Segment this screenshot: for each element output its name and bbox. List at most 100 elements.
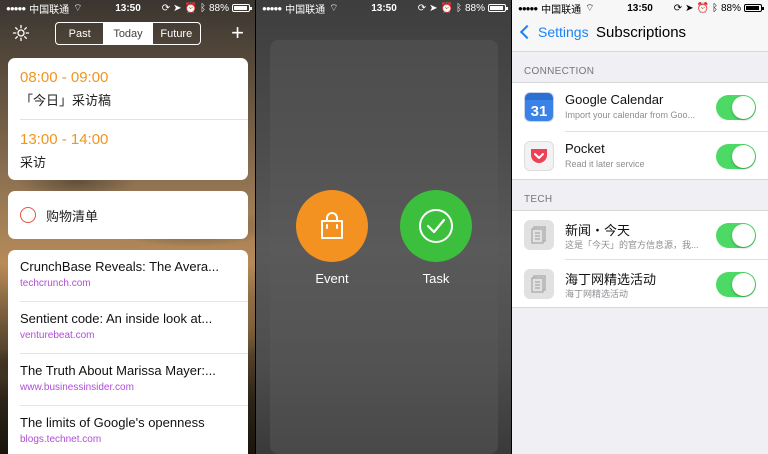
todo-checkbox[interactable] bbox=[20, 207, 36, 223]
row-name: 海丁网精选活动 bbox=[565, 272, 657, 287]
check-circle-icon bbox=[419, 209, 453, 243]
bluetooth-icon: ᛒ bbox=[711, 2, 718, 14]
row-subtitle: 海丁网精选活动 bbox=[565, 289, 629, 299]
news-domain: www.businessinsider.com bbox=[20, 382, 134, 393]
status-time: 13:50 bbox=[627, 2, 653, 14]
battery-percent: 88% bbox=[720, 2, 741, 14]
carrier-label: 中国联通 bbox=[541, 4, 582, 16]
section-header-tech: TECH bbox=[524, 194, 553, 205]
alarm-icon: ⏰ bbox=[696, 2, 709, 14]
battery-percent: 88% bbox=[464, 2, 485, 14]
alarm-icon: ⏰ bbox=[184, 2, 197, 14]
navigation-bar: Settings Subscriptions bbox=[512, 16, 768, 52]
news-domain: venturebeat.com bbox=[20, 330, 95, 341]
tech-group: 新闻・今天 这是「今天」的官方信息源，我... 海丁网精选活动 海丁网精选活动 bbox=[512, 210, 768, 308]
add-icon[interactable]: + bbox=[231, 22, 244, 44]
event-title: 「今日」采访稿 bbox=[20, 93, 112, 108]
wifi-icon: ⌔ bbox=[329, 2, 339, 14]
status-time: 13:50 bbox=[371, 2, 397, 14]
calendar-card: 08:00 - 09:00 「今日」采访稿 13:00 - 14:00 采访 bbox=[8, 58, 248, 180]
new-task-button[interactable]: Task bbox=[400, 190, 472, 286]
subscription-row-news-today[interactable]: 新闻・今天 这是「今天」的官方信息源，我... bbox=[512, 211, 768, 259]
back-label: Settings bbox=[538, 24, 589, 40]
subscriptions-screen: ●●●●● 中国联通 ⌔ 13:50 ⟳ ➤ ⏰ ᛒ 88% Settings … bbox=[512, 0, 768, 454]
toggle-switch[interactable] bbox=[716, 95, 756, 120]
status-bar: ●●●●● 中国联通 ⌔ 13:50 ⟳ ➤ ⏰ ᛒ 88% bbox=[512, 0, 768, 16]
bluetooth-icon: ᛒ bbox=[199, 2, 206, 14]
todo-label: 购物清单 bbox=[46, 208, 99, 224]
segment-future[interactable]: Future bbox=[153, 23, 200, 44]
carrier-label: 中国联通 bbox=[285, 4, 326, 16]
signal-icon: ●●●●● bbox=[518, 3, 538, 13]
news-headline: CrunchBase Reveals: The Avera... bbox=[20, 259, 219, 274]
signal-icon: ●●●●● bbox=[262, 3, 282, 13]
lock-rotation-icon: ⟳ bbox=[161, 2, 171, 14]
toggle-switch[interactable] bbox=[716, 272, 756, 297]
today-screen: ●●●●● 中国联通 ⌔ 13:50 ⟳ ➤ ⏰ ᛒ 88% Past Toda… bbox=[0, 0, 256, 454]
time-segment-control: Past Today Future bbox=[55, 22, 201, 45]
location-icon: ➤ bbox=[429, 2, 438, 14]
new-event-button[interactable]: Event bbox=[296, 190, 368, 286]
row-name: Pocket bbox=[565, 141, 605, 156]
location-icon: ➤ bbox=[685, 2, 694, 14]
segment-today[interactable]: Today bbox=[104, 23, 153, 44]
news-headline: Sentient code: An inside look at... bbox=[20, 311, 213, 326]
status-bar: ●●●●● 中国联通 ⌔ 13:50 ⟳ ➤ ⏰ ᛒ 88% bbox=[256, 0, 512, 16]
top-toolbar: Past Today Future + bbox=[0, 20, 256, 48]
row-subtitle: Read it later service bbox=[565, 159, 645, 169]
event-title: 采访 bbox=[20, 155, 47, 170]
section-header-connection: CONNECTION bbox=[524, 66, 595, 77]
lock-rotation-icon: ⟳ bbox=[673, 2, 683, 14]
news-domain: blogs.technet.com bbox=[20, 434, 102, 445]
subscription-row-pocket[interactable]: Pocket Read it later service bbox=[512, 132, 768, 180]
event-time: 08:00 - 09:00 bbox=[20, 69, 109, 86]
subscription-row-haiding[interactable]: 海丁网精选活动 海丁网精选活动 bbox=[512, 260, 768, 308]
document-icon bbox=[524, 220, 554, 250]
battery-percent: 88% bbox=[208, 2, 229, 14]
page-title: Subscriptions bbox=[596, 24, 687, 41]
todo-card[interactable]: 购物清单 bbox=[8, 191, 248, 239]
battery-icon bbox=[744, 4, 764, 12]
calendar-event[interactable]: 08:00 - 09:00 「今日」采访稿 bbox=[20, 69, 111, 109]
event-time: 13:00 - 14:00 bbox=[20, 131, 109, 148]
toggle-switch[interactable] bbox=[716, 223, 756, 248]
row-subtitle: 这是「今天」的官方信息源，我... bbox=[565, 240, 699, 250]
signal-icon: ●●●●● bbox=[6, 3, 26, 13]
news-item[interactable]: CrunchBase Reveals: The Avera... techcru… bbox=[20, 250, 238, 302]
chevron-left-icon bbox=[519, 24, 535, 40]
row-name: Google Calendar bbox=[565, 92, 664, 107]
subscription-row-google-calendar[interactable]: 31 Google Calendar Import your calendar … bbox=[512, 83, 768, 131]
row-name: 新闻・今天 bbox=[565, 223, 631, 238]
connection-group: 31 Google Calendar Import your calendar … bbox=[512, 82, 768, 180]
document-icon bbox=[524, 269, 554, 299]
event-label: Event bbox=[315, 271, 349, 286]
battery-icon bbox=[488, 4, 508, 12]
google-calendar-icon: 31 bbox=[524, 92, 554, 122]
news-item[interactable]: Sentient code: An inside look at... vent… bbox=[20, 302, 238, 354]
wifi-icon: ⌔ bbox=[73, 2, 83, 14]
bluetooth-icon: ᛒ bbox=[455, 2, 462, 14]
back-button[interactable]: Settings bbox=[518, 24, 589, 40]
toggle-switch[interactable] bbox=[716, 144, 756, 169]
wifi-icon: ⌔ bbox=[585, 2, 595, 14]
shopping-bag-icon bbox=[321, 212, 343, 239]
alarm-icon: ⏰ bbox=[440, 2, 453, 14]
gear-icon[interactable] bbox=[12, 24, 30, 42]
pocket-icon bbox=[524, 141, 554, 171]
status-time: 13:50 bbox=[115, 2, 141, 14]
news-item[interactable]: The Truth About Marissa Mayer:... www.bu… bbox=[20, 354, 238, 406]
location-icon: ➤ bbox=[173, 2, 182, 14]
battery-icon bbox=[232, 4, 252, 12]
news-domain: techcrunch.com bbox=[20, 278, 91, 289]
carrier-label: 中国联通 bbox=[29, 4, 70, 16]
segment-past[interactable]: Past bbox=[56, 23, 105, 44]
calendar-event[interactable]: 13:00 - 14:00 采访 bbox=[20, 131, 108, 171]
task-label: Task bbox=[422, 271, 450, 286]
lock-rotation-icon: ⟳ bbox=[417, 2, 427, 14]
blurred-background bbox=[256, 0, 512, 454]
row-subtitle: Import your calendar from Goo... bbox=[565, 110, 696, 120]
add-item-screen: ●●●●● 中国联通 ⌔ 13:50 ⟳ ➤ ⏰ ᛒ 88% Event Tas… bbox=[256, 0, 512, 454]
news-headline: The Truth About Marissa Mayer:... bbox=[20, 363, 216, 378]
news-item[interactable]: The limits of Google's openness blogs.te… bbox=[20, 406, 238, 454]
news-headline: The limits of Google's openness bbox=[20, 415, 205, 430]
